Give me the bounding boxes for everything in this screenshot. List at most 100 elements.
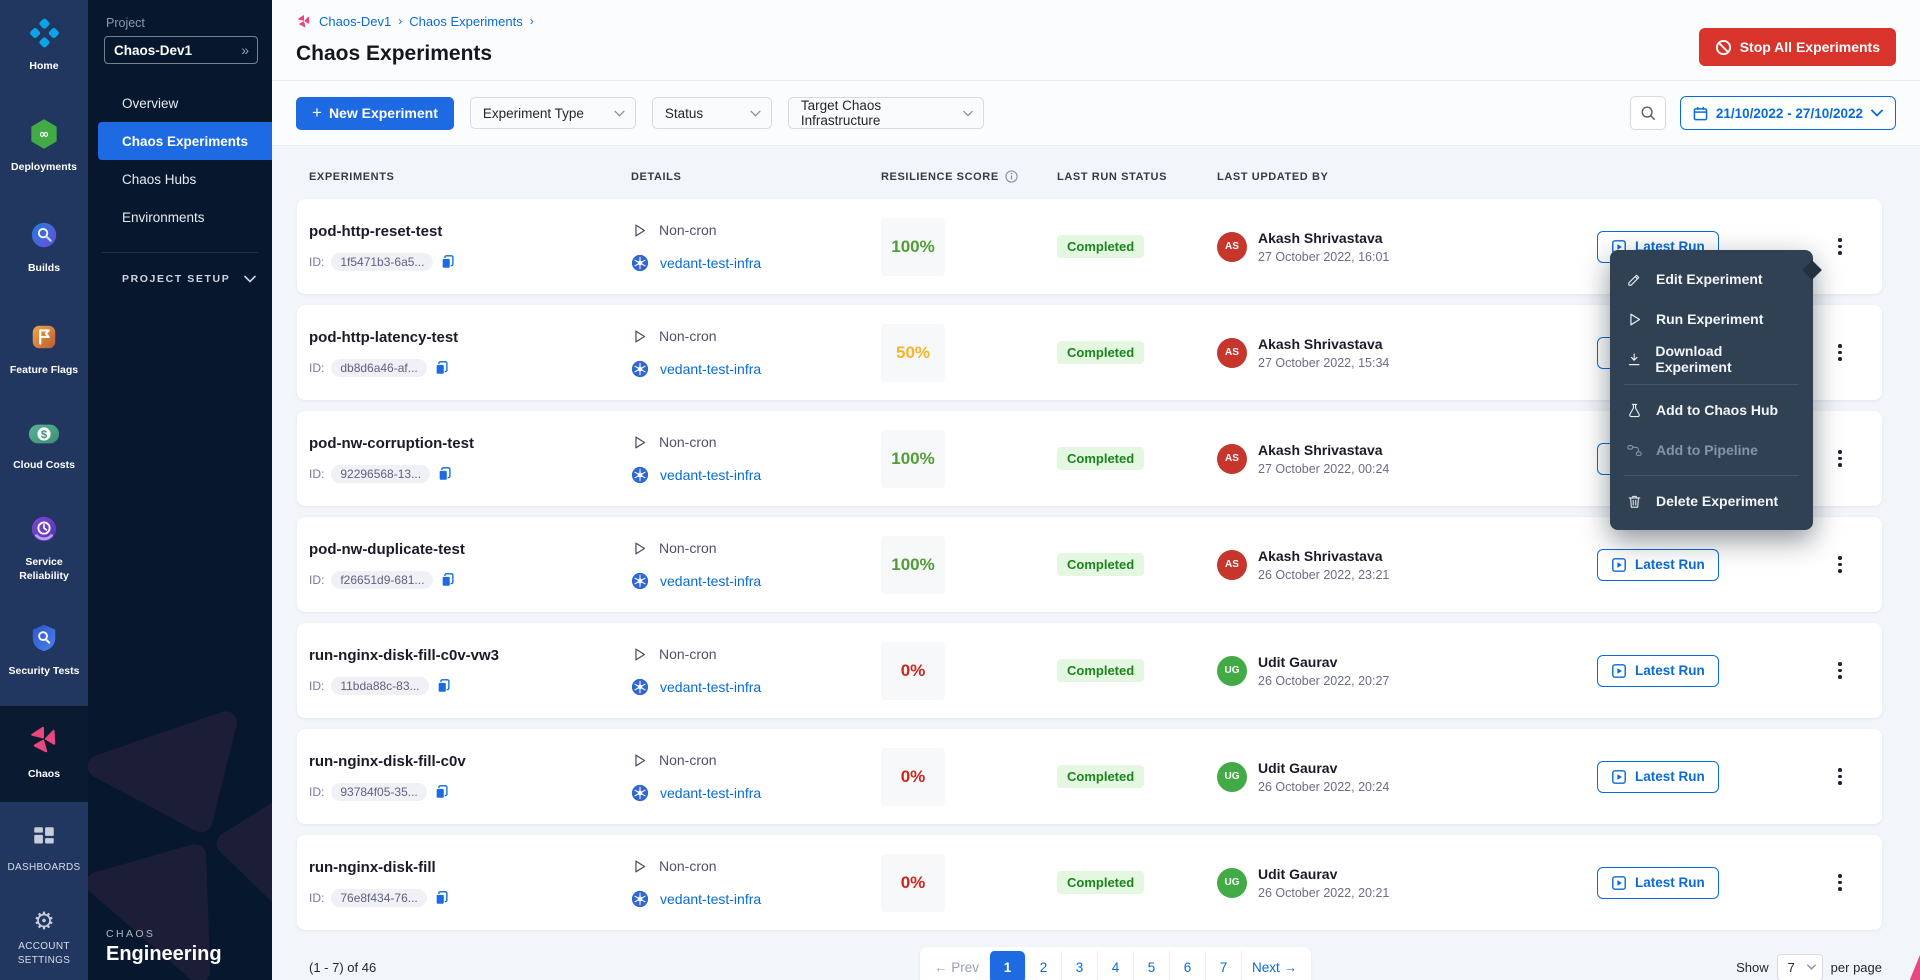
page-button-7[interactable]: 7 bbox=[1205, 951, 1241, 980]
kebab-menu-button[interactable] bbox=[1827, 760, 1853, 794]
infrastructure-link[interactable]: vedant-test-infra bbox=[660, 573, 761, 589]
deployments-icon: ∞ bbox=[29, 119, 59, 154]
experiment-name[interactable]: pod-nw-corruption-test bbox=[309, 435, 631, 452]
nav-module-security-tests[interactable]: Security Tests bbox=[0, 617, 88, 684]
latest-run-button[interactable]: Latest Run bbox=[1597, 761, 1719, 793]
pagination-prev-button[interactable]: ← Prev bbox=[924, 951, 989, 980]
page-button-4[interactable]: 4 bbox=[1097, 951, 1133, 980]
copy-icon[interactable] bbox=[437, 466, 453, 482]
menu-item-delete-experiment[interactable]: Delete Experiment bbox=[1610, 481, 1813, 521]
new-experiment-button[interactable]: + New Experiment bbox=[296, 97, 454, 130]
target-infrastructure-filter[interactable]: Target Chaos Infrastructure bbox=[788, 97, 984, 129]
user-name: Udit Gaurav bbox=[1258, 654, 1389, 670]
breadcrumb-separator: › bbox=[398, 14, 402, 28]
status-badge: Completed bbox=[1057, 659, 1144, 682]
run-icon bbox=[1626, 311, 1643, 328]
infrastructure-link[interactable]: vedant-test-infra bbox=[660, 679, 761, 695]
sidebar-item-chaos-hubs[interactable]: Chaos Hubs bbox=[88, 160, 272, 198]
kebab-menu-button[interactable] bbox=[1827, 548, 1853, 582]
schedule-type: Non-cron bbox=[659, 752, 717, 768]
infrastructure-link[interactable]: vedant-test-infra bbox=[660, 255, 761, 271]
edit-icon bbox=[1626, 271, 1643, 288]
project-selector[interactable]: Chaos-Dev1 » bbox=[104, 36, 258, 64]
copy-icon[interactable] bbox=[434, 784, 450, 800]
status-filter[interactable]: Status bbox=[652, 97, 772, 129]
experiment-name[interactable]: run-nginx-disk-fill-c0v bbox=[309, 753, 631, 770]
user-name: Akash Shrivastava bbox=[1258, 230, 1389, 246]
menu-item-add-to-chaos-hub[interactable]: Add to Chaos Hub bbox=[1610, 390, 1813, 430]
nav-module-chaos[interactable]: Chaos bbox=[0, 706, 88, 801]
copy-icon[interactable] bbox=[434, 890, 450, 906]
nav-module-cloud-costs[interactable]: $ Cloud Costs bbox=[0, 415, 88, 478]
experiment-name[interactable]: run-nginx-disk-fill bbox=[309, 859, 631, 876]
page-button-2[interactable]: 2 bbox=[1025, 951, 1061, 980]
copy-icon[interactable] bbox=[440, 254, 456, 270]
breadcrumb-experiments-link[interactable]: Chaos Experiments bbox=[409, 14, 522, 29]
latest-run-button[interactable]: Latest Run bbox=[1597, 867, 1719, 899]
stop-all-experiments-button[interactable]: Stop All Experiments bbox=[1699, 28, 1896, 66]
copy-icon[interactable] bbox=[434, 360, 450, 376]
menu-item-download-experiment[interactable]: Download Experiment bbox=[1610, 339, 1813, 379]
dashboards-icon bbox=[31, 824, 57, 855]
info-icon[interactable] bbox=[1005, 170, 1018, 183]
kebab-menu-button[interactable] bbox=[1827, 230, 1853, 264]
user-name: Akash Shrivastava bbox=[1258, 548, 1389, 564]
infrastructure-link[interactable]: vedant-test-infra bbox=[660, 891, 761, 907]
plus-icon: + bbox=[312, 103, 322, 123]
sidebar-item-environments[interactable]: Environments bbox=[88, 198, 272, 236]
nav-module-service-reliability[interactable]: Service Reliability bbox=[0, 508, 88, 589]
column-header-details: DETAILS bbox=[631, 171, 881, 183]
experiment-name[interactable]: run-nginx-disk-fill-c0v-vw3 bbox=[309, 647, 631, 664]
calendar-icon bbox=[1693, 106, 1708, 121]
pipeline-icon bbox=[1626, 442, 1643, 459]
id-label: ID: bbox=[309, 679, 324, 693]
menu-item-run-experiment[interactable]: Run Experiment bbox=[1610, 299, 1813, 339]
page-button-6[interactable]: 6 bbox=[1169, 951, 1205, 980]
experiment-name[interactable]: pod-nw-duplicate-test bbox=[309, 541, 631, 558]
toolbar: + New Experiment Experiment Type Status … bbox=[272, 81, 1920, 145]
copy-icon[interactable] bbox=[440, 572, 456, 588]
sidebar-item-overview[interactable]: Overview bbox=[88, 84, 272, 122]
expand-nav-icon[interactable]: » bbox=[241, 42, 249, 58]
kebab-menu-button[interactable] bbox=[1827, 442, 1853, 476]
kebab-menu-button[interactable] bbox=[1827, 336, 1853, 370]
service-reliability-icon bbox=[29, 514, 59, 549]
per-page-select[interactable]: 7 bbox=[1777, 954, 1823, 980]
page-button-3[interactable]: 3 bbox=[1061, 951, 1097, 980]
experiment-id: 93784f05-35... bbox=[331, 783, 426, 801]
experiment-name[interactable]: pod-http-latency-test bbox=[309, 329, 631, 346]
page-button-5[interactable]: 5 bbox=[1133, 951, 1169, 980]
kebab-menu-button[interactable] bbox=[1827, 866, 1853, 900]
chaos-breadcrumb-icon bbox=[296, 13, 312, 29]
page-button-1[interactable]: 1 bbox=[989, 951, 1025, 980]
infrastructure-link[interactable]: vedant-test-infra bbox=[660, 361, 761, 377]
id-label: ID: bbox=[309, 573, 324, 587]
search-button[interactable] bbox=[1630, 96, 1666, 130]
latest-run-button[interactable]: Latest Run bbox=[1597, 549, 1719, 581]
nav-module-feature-flags[interactable]: Feature Flags bbox=[0, 316, 88, 383]
infrastructure-link[interactable]: vedant-test-infra bbox=[660, 467, 761, 483]
sidebar-item-chaos-experiments[interactable]: Chaos Experiments bbox=[98, 122, 272, 160]
nav-module-deployments[interactable]: ∞ Deployments bbox=[0, 113, 88, 180]
project-name: Chaos-Dev1 bbox=[114, 43, 192, 58]
updated-timestamp: 27 October 2022, 15:34 bbox=[1258, 356, 1389, 370]
date-range-button[interactable]: 21/10/2022 - 27/10/2022 bbox=[1680, 96, 1896, 130]
kubernetes-icon bbox=[631, 572, 649, 590]
cron-type-icon bbox=[631, 646, 648, 663]
nav-module-builds[interactable]: Builds bbox=[0, 214, 88, 281]
project-setup-section[interactable]: PROJECT SETUP bbox=[122, 273, 256, 285]
nav-account-settings[interactable]: ⚙ ACCOUNT SETTINGS bbox=[0, 904, 88, 973]
breadcrumb-project-link[interactable]: Chaos-Dev1 bbox=[319, 14, 391, 29]
experiment-type-filter[interactable]: Experiment Type bbox=[470, 97, 636, 129]
nav-dashboards[interactable]: DASHBOARDS bbox=[0, 818, 88, 881]
kebab-menu-button[interactable] bbox=[1827, 654, 1853, 688]
menu-item-edit-experiment[interactable]: Edit Experiment bbox=[1610, 259, 1813, 299]
latest-run-button[interactable]: Latest Run bbox=[1597, 655, 1719, 687]
pagination-next-button[interactable]: Next → bbox=[1241, 951, 1307, 980]
nav-module-home[interactable]: Home bbox=[0, 12, 88, 79]
infrastructure-link[interactable]: vedant-test-infra bbox=[660, 785, 761, 801]
experiment-name[interactable]: pod-http-reset-test bbox=[309, 223, 631, 240]
row-actions-menu: Edit Experiment Run Experiment Download … bbox=[1610, 250, 1813, 530]
copy-icon[interactable] bbox=[436, 678, 452, 694]
chaos-icon bbox=[27, 722, 61, 761]
